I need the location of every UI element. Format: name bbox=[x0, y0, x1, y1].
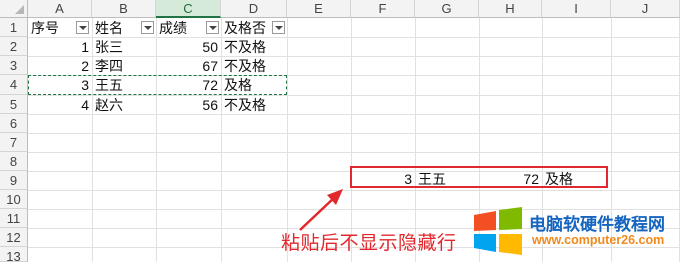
watermark-url: www.computer26.com bbox=[532, 233, 665, 247]
watermark-title: 电脑软硬件教程网 bbox=[529, 215, 665, 235]
spreadsheet-grid: A B C D E F G H I J 1 2 3 4 5 6 7 8 9 10… bbox=[0, 0, 680, 264]
windows-logo-icon bbox=[474, 207, 522, 255]
annotation-text: 粘贴后不显示隐藏行 bbox=[281, 232, 457, 254]
